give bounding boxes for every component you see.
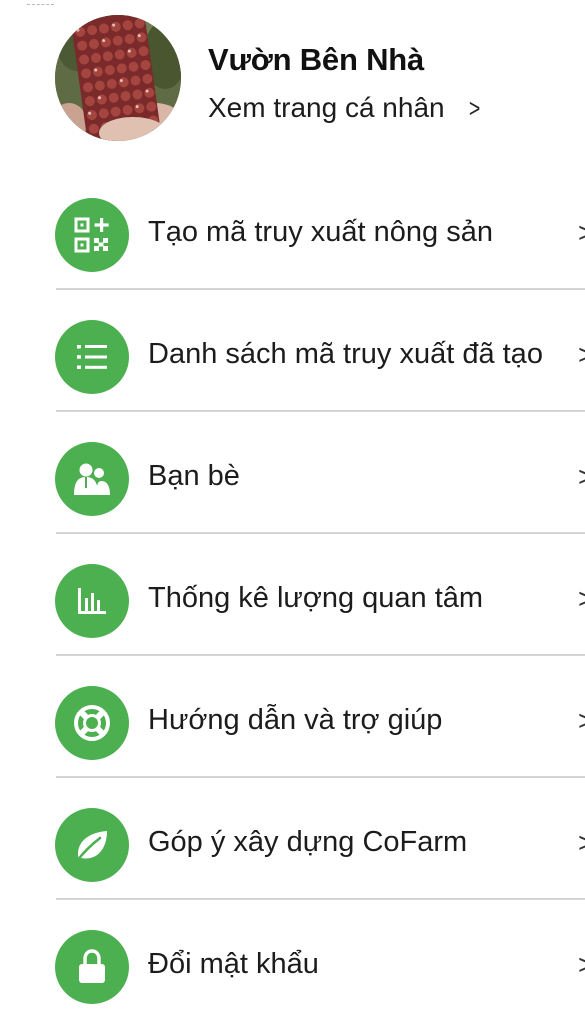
view-profile-link[interactable]: Xem trang cá nhân >	[208, 92, 482, 124]
chevron-right-icon: >	[578, 705, 585, 731]
menu-item-help[interactable]: Hướng dẫn và trợ giúp >	[0, 656, 585, 778]
chevron-right-icon: >	[578, 339, 585, 365]
friends-icon	[55, 442, 129, 516]
qr-add-icon	[55, 198, 129, 272]
chevron-right-icon: >	[578, 949, 585, 975]
chevron-right-icon: >	[468, 92, 480, 123]
menu-list: Tạo mã truy xuất nông sản > Danh sách mã…	[0, 168, 585, 1022]
profile-header: Vườn Bên Nhà Xem trang cá nhân >	[55, 15, 585, 143]
menu-item-label: Góp ý xây dựng CoFarm	[148, 826, 468, 858]
menu-item-create-trace-code[interactable]: Tạo mã truy xuất nông sản >	[0, 168, 585, 290]
profile-name: Vườn Bên Nhà	[208, 42, 425, 77]
leaf-icon	[55, 808, 129, 882]
chevron-right-icon: >	[578, 583, 585, 609]
avatar-photo	[55, 15, 181, 141]
bar-chart-icon	[55, 564, 129, 638]
menu-item-label: Danh sách mã truy xuất đã tạo	[148, 338, 543, 370]
menu-item-feedback[interactable]: Góp ý xây dựng CoFarm >	[0, 778, 585, 900]
menu-item-label: Hướng dẫn và trợ giúp	[148, 704, 443, 736]
view-profile-label: Xem trang cá nhân	[208, 92, 445, 123]
chevron-right-icon: >	[578, 827, 585, 853]
avatar[interactable]	[55, 15, 181, 141]
menu-item-label: Đổi mật khẩu	[148, 948, 319, 980]
menu-item-friends[interactable]: Bạn bè >	[0, 412, 585, 534]
chevron-right-icon: >	[578, 461, 585, 487]
menu-item-trace-code-list[interactable]: Danh sách mã truy xuất đã tạo >	[0, 290, 585, 412]
menu-item-interest-stats[interactable]: Thống kê lượng quan tâm >	[0, 534, 585, 656]
lifebuoy-icon	[55, 686, 129, 760]
menu-item-label: Tạo mã truy xuất nông sản	[148, 216, 493, 248]
top-left-marker	[27, 4, 54, 5]
chevron-right-icon: >	[578, 217, 585, 243]
menu-item-label: Thống kê lượng quan tâm	[148, 582, 484, 614]
list-icon	[55, 320, 129, 394]
menu-item-change-password[interactable]: Đổi mật khẩu >	[0, 900, 585, 1022]
lock-icon	[55, 930, 129, 1004]
menu-item-label: Bạn bè	[148, 460, 240, 492]
